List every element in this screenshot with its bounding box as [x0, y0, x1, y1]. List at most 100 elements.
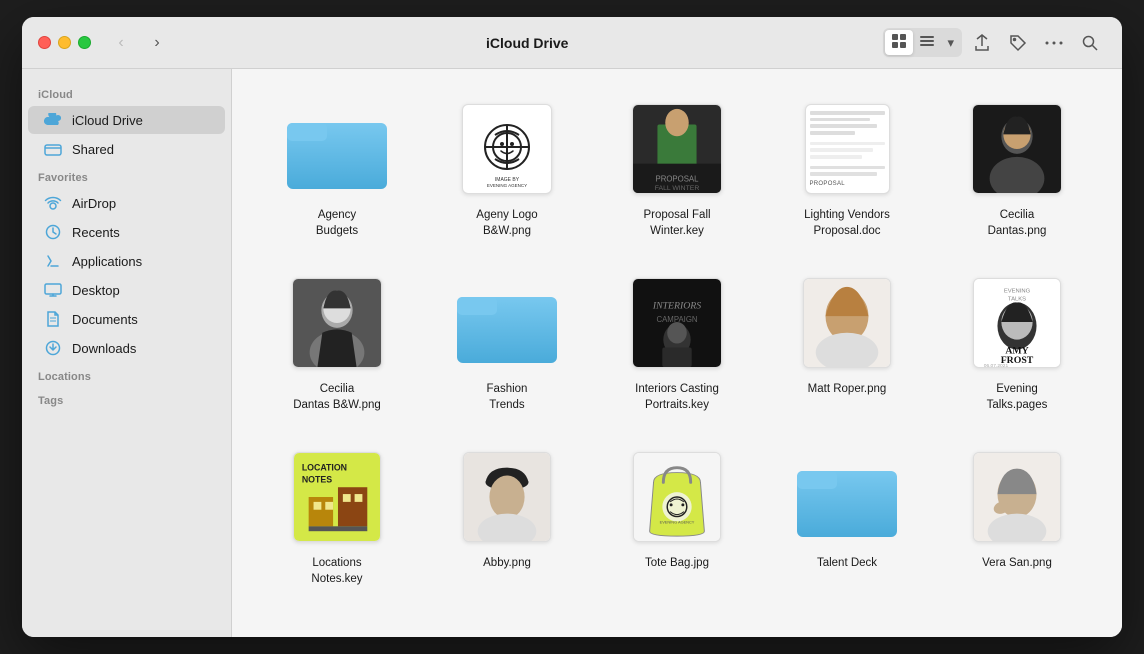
- file-item-locations-notes[interactable]: LOCATION NOTES: [256, 437, 418, 595]
- view-toggle: ▾: [883, 28, 962, 57]
- sidebar-section-icloud: iCloud: [22, 81, 231, 105]
- file-label-lighting-vendors: Lighting VendorsProposal.doc: [804, 207, 890, 239]
- traffic-lights: [38, 36, 91, 49]
- airdrop-icon: [44, 194, 62, 212]
- file-item-cecilia-bw[interactable]: CeciliaDantas B&W.png: [256, 263, 418, 421]
- file-thumb-evening-talks: EVENING TALKS AMY FROST 06.07.2021: [957, 273, 1077, 373]
- file-thumb-fashion-trends: [447, 273, 567, 373]
- file-thumb-lighting-vendors: PROPOSAL: [787, 99, 907, 199]
- svg-text:EVENING AGENCY: EVENING AGENCY: [660, 520, 695, 525]
- file-label-cecilia-dantas: CeciliaDantas.png: [988, 207, 1047, 239]
- file-thumb-locations-notes: LOCATION NOTES: [277, 447, 397, 547]
- file-grid-row-1: AgencyBudgets: [256, 89, 1098, 247]
- sidebar-item-airdrop-label: AirDrop: [72, 196, 116, 211]
- column-view-button[interactable]: ▾: [941, 32, 960, 54]
- sidebar-item-documents[interactable]: Documents: [28, 305, 225, 333]
- file-label-proposal-fall: Proposal FallWinter.key: [643, 207, 710, 239]
- forward-button[interactable]: ›: [143, 29, 171, 57]
- sidebar-item-desktop[interactable]: Desktop: [28, 276, 225, 304]
- sidebar-item-applications[interactable]: Applications: [28, 247, 225, 275]
- svg-text:LOCATION: LOCATION: [302, 463, 347, 473]
- svg-text:PROPOSAL: PROPOSAL: [656, 174, 700, 183]
- more-button[interactable]: [1038, 27, 1070, 59]
- sidebar-section-favorites: Favorites: [22, 164, 231, 188]
- file-item-agency-logo[interactable]: IMAGE BY EVENING AGENCY Ageny LogoB&W.pn…: [426, 89, 588, 247]
- sidebar-item-recents[interactable]: Recents: [28, 218, 225, 246]
- sidebar-section-tags: Tags: [22, 387, 231, 411]
- list-view-button[interactable]: [913, 30, 941, 55]
- file-item-talent-deck[interactable]: Talent Deck: [766, 437, 928, 595]
- svg-text:NOTES: NOTES: [302, 475, 332, 485]
- file-label-matt-roper: Matt Roper.png: [808, 381, 887, 397]
- sidebar-item-icloud-drive[interactable]: iCloud Drive: [28, 106, 225, 134]
- search-button[interactable]: [1074, 27, 1106, 59]
- svg-text:06.07.2021: 06.07.2021: [984, 363, 1009, 368]
- file-item-lighting-vendors[interactable]: PROPOSAL Lighting VendorsProposal.doc: [766, 89, 928, 247]
- documents-icon: [44, 310, 62, 328]
- main-content: iCloud iCloud Drive Shared: [22, 69, 1122, 637]
- file-thumb-cecilia-bw: [277, 273, 397, 373]
- titlebar: ‹ › iCloud Drive: [22, 17, 1122, 69]
- sidebar-item-downloads[interactable]: Downloads: [28, 334, 225, 362]
- file-grid-row-2: CeciliaDantas B&W.png: [256, 263, 1098, 421]
- file-item-tote-bag[interactable]: EVENING AGENCY Tote Bag.jpg: [596, 437, 758, 595]
- sidebar-item-shared[interactable]: Shared: [28, 135, 225, 163]
- svg-text:TALKS: TALKS: [1008, 297, 1026, 303]
- shared-icon: [44, 140, 62, 158]
- downloads-icon: [44, 339, 62, 357]
- file-label-locations-notes: LocationsNotes.key: [311, 555, 362, 587]
- share-button[interactable]: [966, 27, 998, 59]
- minimize-button[interactable]: [58, 36, 71, 49]
- file-item-interiors-casting[interactable]: INTERIORS CAMPAIGN Interiors CastingPort…: [596, 263, 758, 421]
- tag-button[interactable]: [1002, 27, 1034, 59]
- grid-view-button[interactable]: [885, 30, 913, 55]
- file-label-fashion-trends: FashionTrends: [487, 381, 528, 413]
- back-button[interactable]: ‹: [107, 29, 135, 57]
- close-button[interactable]: [38, 36, 51, 49]
- file-item-fashion-trends[interactable]: FashionTrends: [426, 263, 588, 421]
- maximize-button[interactable]: [78, 36, 91, 49]
- toolbar-right: ▾: [883, 27, 1106, 59]
- file-label-abby: Abby.png: [483, 555, 531, 571]
- file-item-agency-budgets[interactable]: AgencyBudgets: [256, 89, 418, 247]
- svg-text:FALL WINTER: FALL WINTER: [655, 185, 700, 192]
- file-label-talent-deck: Talent Deck: [817, 555, 877, 571]
- file-label-evening-talks: EveningTalks.pages: [987, 381, 1048, 413]
- window-title: iCloud Drive: [179, 35, 875, 51]
- recents-icon: [44, 223, 62, 241]
- file-thumb-interiors-casting: INTERIORS CAMPAIGN: [617, 273, 737, 373]
- file-thumb-proposal-fall: PROPOSAL FALL WINTER: [617, 99, 737, 199]
- file-item-matt-roper[interactable]: Matt Roper.png: [766, 263, 928, 421]
- file-label-interiors-casting: Interiors CastingPortraits.key: [635, 381, 719, 413]
- file-item-cecilia-dantas[interactable]: CeciliaDantas.png: [936, 89, 1098, 247]
- file-label-cecilia-bw: CeciliaDantas B&W.png: [293, 381, 381, 413]
- svg-text:EVENING: EVENING: [1004, 289, 1031, 295]
- sidebar-item-documents-label: Documents: [72, 312, 138, 327]
- file-thumb-vera-san: [957, 447, 1077, 547]
- sidebar: iCloud iCloud Drive Shared: [22, 69, 232, 637]
- sidebar-item-downloads-label: Downloads: [72, 341, 136, 356]
- sidebar-item-icloud-drive-label: iCloud Drive: [72, 113, 143, 128]
- desktop-icon: [44, 281, 62, 299]
- sidebar-item-recents-label: Recents: [72, 225, 120, 240]
- sidebar-item-desktop-label: Desktop: [72, 283, 120, 298]
- file-label-tote-bag: Tote Bag.jpg: [645, 555, 709, 571]
- file-thumb-tote-bag: EVENING AGENCY: [617, 447, 737, 547]
- svg-text:EVENING AGENCY: EVENING AGENCY: [487, 183, 527, 188]
- sidebar-item-shared-label: Shared: [72, 142, 114, 157]
- file-item-vera-san[interactable]: Vera San.png: [936, 437, 1098, 595]
- file-item-evening-talks[interactable]: EVENING TALKS AMY FROST 06.07.2021: [936, 263, 1098, 421]
- svg-text:INTERIORS: INTERIORS: [652, 301, 701, 312]
- file-item-proposal-fall[interactable]: PROPOSAL FALL WINTER Proposal FallWinter…: [596, 89, 758, 247]
- sidebar-item-airdrop[interactable]: AirDrop: [28, 189, 225, 217]
- file-grid: AgencyBudgets: [232, 69, 1122, 637]
- file-thumb-talent-deck: [787, 447, 907, 547]
- file-item-abby[interactable]: Abby.png: [426, 437, 588, 595]
- sidebar-item-applications-label: Applications: [72, 254, 142, 269]
- file-label-agency-logo: Ageny LogoB&W.png: [476, 207, 537, 239]
- sidebar-section-locations: Locations: [22, 363, 231, 387]
- cloud-icon: [44, 111, 62, 129]
- file-thumb-agency-logo: IMAGE BY EVENING AGENCY: [447, 99, 567, 199]
- file-thumb-agency-budgets: [277, 99, 397, 199]
- file-thumb-cecilia-dantas: [957, 99, 1077, 199]
